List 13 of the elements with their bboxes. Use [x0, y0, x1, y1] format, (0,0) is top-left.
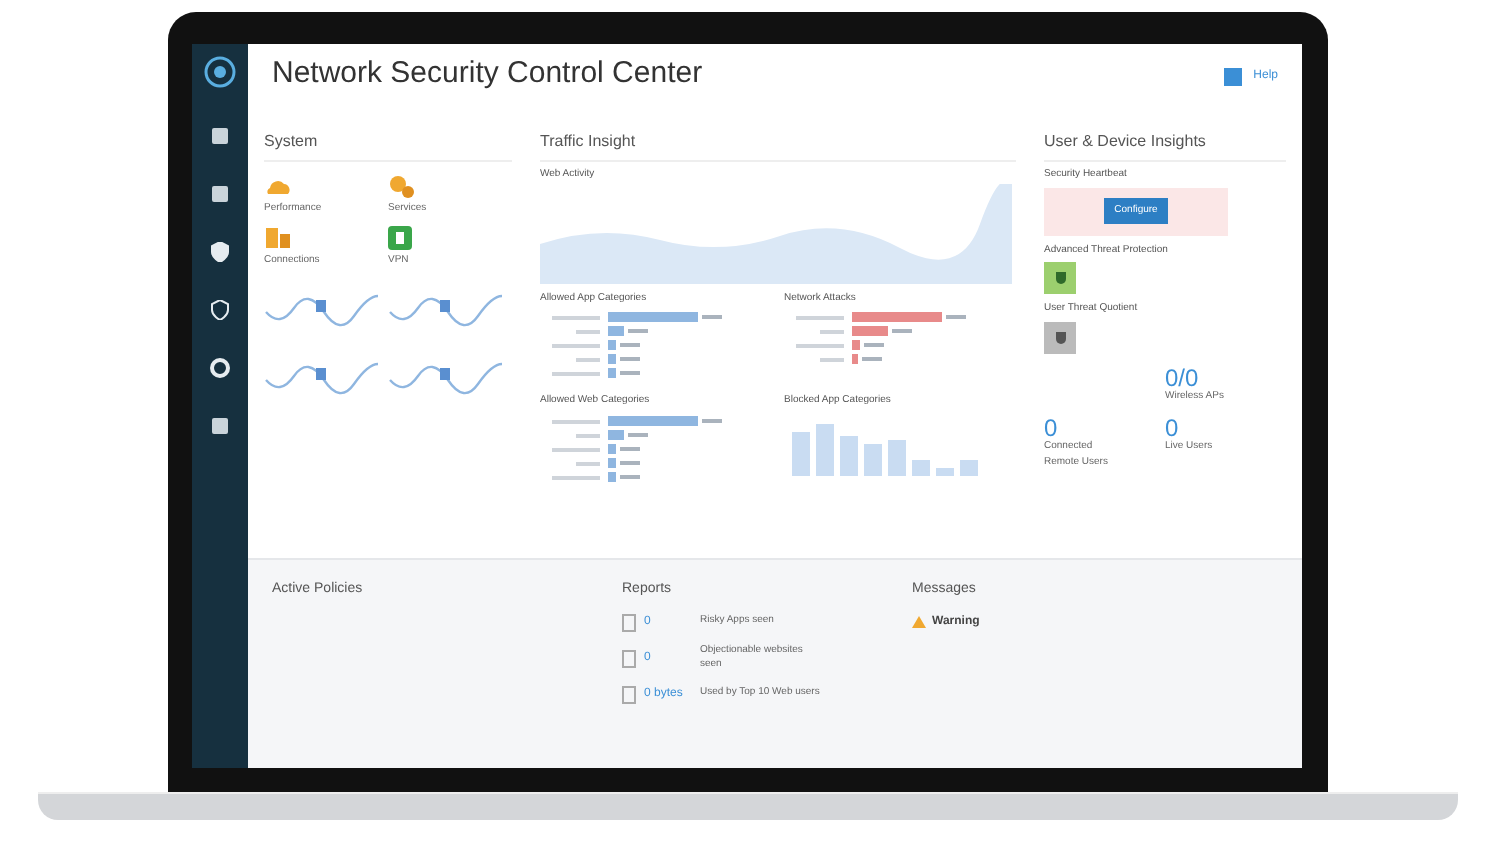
warning-icon [912, 616, 926, 628]
threat-quotient-tile[interactable] [1044, 321, 1076, 353]
shield-outline-icon[interactable] [210, 300, 230, 320]
stat-value[interactable]: 0/0 [1165, 365, 1286, 389]
section-heading: User & Device Insights [1044, 124, 1286, 162]
stat-value[interactable]: 0 [1165, 416, 1286, 440]
section-heading: System [264, 124, 512, 162]
threat-protection-tile[interactable] [1044, 262, 1076, 294]
notification-button[interactable] [1223, 68, 1242, 86]
stat-value[interactable]: 0 [1044, 416, 1165, 440]
section-heading: Traffic Insight [540, 124, 1016, 162]
logo-icon [204, 56, 236, 88]
page-title: Network Security Control Center [272, 56, 703, 92]
